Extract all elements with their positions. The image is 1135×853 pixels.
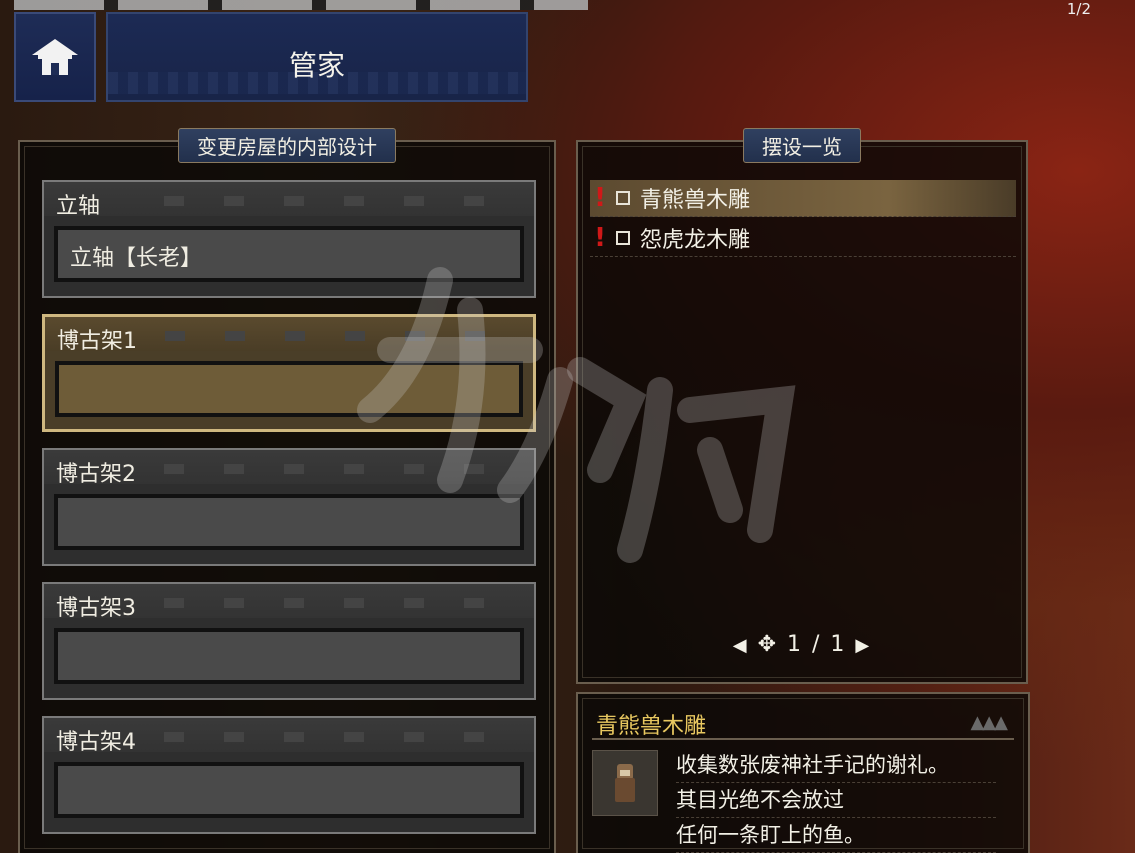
description-line: 任何一条盯上的鱼。 [676, 818, 996, 853]
figurine-icon [592, 750, 658, 816]
slot-field [54, 494, 524, 550]
new-marker-icon: ! [594, 223, 606, 253]
slot-value [58, 498, 520, 546]
slot-shelf-3[interactable]: 博古架3 [42, 582, 536, 700]
list-item-label: 怨虎龙木雕 [640, 228, 751, 253]
slot-shelf-2[interactable]: 博古架2 [42, 448, 536, 566]
checkbox-icon [616, 231, 630, 245]
description-line: 其目光绝不会放过 [676, 783, 996, 818]
slot-field [54, 628, 524, 684]
slot-label: 博古架3 [56, 596, 136, 621]
prev-page-arrow-icon[interactable]: ◀ [733, 635, 749, 656]
slot-head [44, 182, 534, 216]
page-switch-icon: ✥ [757, 632, 779, 657]
home-button[interactable] [14, 12, 96, 102]
description-title: 青熊兽木雕 [596, 714, 707, 739]
rarity-triangles-icon: ▲▲▲ [970, 712, 1008, 733]
slot-label: 博古架4 [56, 730, 136, 755]
list-item[interactable]: ! 怨虎龙木雕 [590, 220, 1016, 257]
house-icon [32, 39, 78, 75]
checkbox-icon [616, 191, 630, 205]
slot-field [55, 361, 523, 417]
slot-value [58, 766, 520, 814]
new-marker-icon: ! [594, 183, 606, 213]
divider [592, 738, 1014, 740]
list-item-label: 青熊兽木雕 [640, 188, 751, 213]
placement-panel: 摆设一览 ! 青熊兽木雕 ! 怨虎龙木雕 ◀ ✥ 1 / 1 ▶ [576, 128, 1028, 684]
pager: ◀ ✥ 1 / 1 ▶ [578, 632, 1026, 657]
list-item[interactable]: ! 青熊兽木雕 [590, 180, 1016, 217]
slot-field [54, 762, 524, 818]
slot-shelf-1[interactable]: 博古架1 [42, 314, 536, 432]
slot-field: 立轴【长老】 [54, 226, 524, 282]
next-page-arrow-icon[interactable]: ▶ [855, 635, 871, 656]
description-line: 收集数张废神社手记的谢礼。 [676, 748, 996, 783]
placement-panel-title: 摆设一览 [743, 128, 861, 163]
description-text: 收集数张废神社手记的谢礼。 其目光绝不会放过 任何一条盯上的鱼。 [676, 748, 996, 853]
header-top-strip [14, 0, 588, 10]
design-panel-title: 变更房屋的内部设计 [178, 128, 396, 163]
slot-shelf-4[interactable]: 博古架4 [42, 716, 536, 834]
description-panel: 青熊兽木雕 ▲▲▲ 收集数张废神社手记的谢礼。 其目光绝不会放过 任何一条盯上的… [576, 692, 1030, 853]
slot-scroll[interactable]: 立轴 立轴【长老】 [42, 180, 536, 298]
pager-label: 1 / 1 [787, 632, 847, 657]
page-indicator: 1/2 [1066, 0, 1091, 18]
slot-value [58, 632, 520, 680]
slot-label: 博古架1 [57, 329, 137, 354]
page-title: 管家 [288, 49, 345, 82]
slot-label: 博古架2 [56, 462, 136, 487]
slot-value [59, 365, 519, 413]
header-title-box: 管家 [106, 12, 528, 102]
slot-label: 立轴 [56, 194, 101, 219]
design-panel: 变更房屋的内部设计 立轴 立轴【长老】 博古架1 博古架2 博古架3 博古架4 [18, 128, 556, 853]
slot-value: 立轴【长老】 [58, 230, 520, 278]
